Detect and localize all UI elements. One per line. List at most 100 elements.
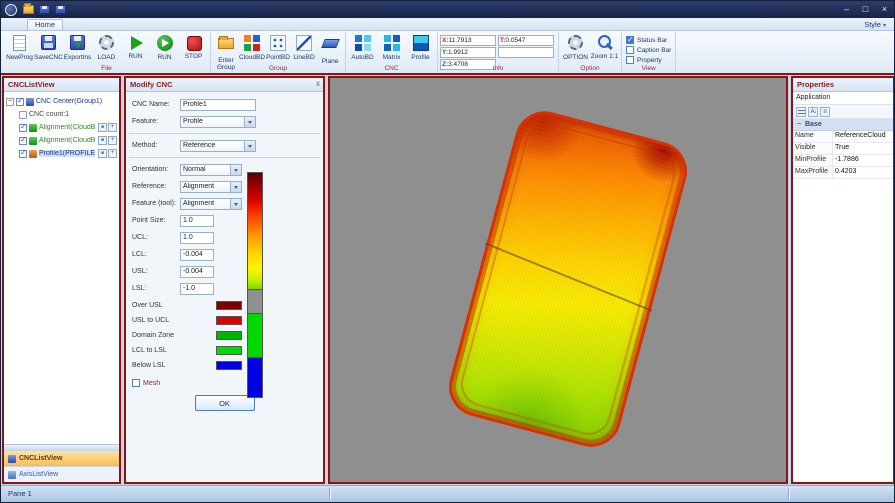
tree-item-action-icon[interactable]: [98, 136, 107, 145]
enter-group-folder-icon: [218, 38, 234, 49]
tree-checkbox-icon[interactable]: [19, 124, 27, 132]
option-gear-icon: [568, 35, 583, 50]
scan-point-cloud[interactable]: [442, 105, 693, 454]
status-bar-checkbox[interactable]: Status Bar: [626, 36, 671, 44]
plane-icon: [321, 39, 340, 48]
coord-t-field[interactable]: T: 0.0547: [498, 35, 554, 46]
dock-tab-axislistview[interactable]: AxisListView: [4, 466, 119, 482]
tree-expander-icon[interactable]: [6, 98, 14, 106]
run-button[interactable]: RUN: [121, 33, 150, 68]
tree-item-selected[interactable]: Profile1(PROFILE): [6, 147, 117, 160]
tree-item-add-icon[interactable]: [108, 136, 117, 145]
coord-x-field[interactable]: X: 11.7913: [440, 35, 496, 46]
tree-item[interactable]: Alignment(CloudBD): [6, 134, 117, 147]
option-button[interactable]: OPTION: [561, 33, 590, 68]
tree-item-add-icon[interactable]: [108, 149, 117, 158]
scale-gray-segment: [247, 290, 263, 314]
tree-item-action-icon[interactable]: [98, 123, 107, 132]
orientation-select[interactable]: Normal: [180, 164, 242, 176]
minimize-button[interactable]: –: [837, 1, 856, 18]
reference-select[interactable]: Alignment: [180, 181, 242, 193]
tree-item-add-icon[interactable]: [108, 123, 117, 132]
save-all-icon[interactable]: [55, 5, 66, 14]
tree-checkbox-icon[interactable]: [16, 98, 24, 106]
ribbon-group-group: Enter Group CloudBD PointBD LineBD Plane: [211, 32, 346, 73]
stop-button[interactable]: STOP: [179, 33, 208, 68]
caption-bar-checkbox[interactable]: Caption Bar: [626, 46, 671, 54]
run-alt-button[interactable]: RUN: [150, 33, 179, 68]
alphabetical-sort-icon[interactable]: [808, 107, 818, 117]
tree-checkbox-icon[interactable]: [19, 150, 27, 158]
new-document-icon: [13, 35, 26, 51]
legend-row: Domain Zone: [132, 328, 319, 343]
feature-tool-select[interactable]: Alignment: [180, 198, 242, 210]
color-swatch[interactable]: [216, 346, 242, 355]
checkbox-icon: [626, 46, 634, 54]
usl-input[interactable]: [180, 266, 214, 278]
color-swatch[interactable]: [216, 361, 242, 370]
category-base[interactable]: Base: [793, 119, 893, 131]
scale-gradient-segment: [247, 172, 263, 290]
3d-viewport[interactable]: [328, 76, 788, 484]
group-caption-info: Info: [438, 65, 558, 72]
close-button[interactable]: ×: [875, 1, 894, 18]
save-icon[interactable]: [39, 5, 50, 14]
app-logo-icon: [5, 4, 17, 16]
cnc-name-input[interactable]: [180, 99, 256, 111]
tree-item[interactable]: Alignment(CloudBD): [6, 121, 117, 134]
method-select[interactable]: Reference: [180, 140, 256, 152]
property-checkbox[interactable]: Property: [626, 56, 671, 64]
feature-select[interactable]: Profile: [180, 116, 256, 128]
lsl-input[interactable]: [180, 283, 214, 295]
savecnc-button[interactable]: SaveCNC: [34, 33, 63, 68]
save-disk-icon: [41, 35, 56, 50]
cnc-list-panel-caption: CNCListView: [4, 78, 119, 92]
ucl-input[interactable]: [180, 232, 214, 244]
tree-root-item[interactable]: CNC Center(Group1): [6, 95, 117, 108]
open-file-icon[interactable]: [23, 5, 34, 14]
scale-green-segment: [247, 314, 263, 358]
matrix-icon: [384, 35, 400, 51]
status-divider: [329, 488, 330, 500]
ok-button[interactable]: OK: [195, 395, 255, 411]
newprog-button[interactable]: NewProg: [5, 33, 34, 68]
property-row[interactable]: Name ReferenceCloud: [793, 131, 893, 143]
property-row[interactable]: Visible True: [793, 143, 893, 155]
tree-item-action-icon[interactable]: [98, 149, 107, 158]
maximize-button[interactable]: □: [856, 1, 875, 18]
feature-label: Feature:: [132, 118, 180, 125]
tree-checkbox-icon[interactable]: [19, 137, 27, 145]
matrix-button[interactable]: Matrix: [377, 33, 406, 68]
checkbox-checked-icon: [626, 36, 634, 44]
color-swatch[interactable]: [216, 331, 242, 340]
color-swatch[interactable]: [216, 301, 242, 310]
autobd-button[interactable]: AutoBD: [348, 33, 377, 68]
property-row[interactable]: MaxProfile 0.4203: [793, 167, 893, 179]
ribbon-group-info: X: 11.7913 Y: 1.9912 Z: 3.4708 T:: [438, 32, 559, 73]
titlebar: – □ ×: [1, 1, 894, 18]
property-row[interactable]: MinProfile -1.7886: [793, 155, 893, 167]
ribbon: NewProg SaveCNC ExportIns LOAD RUN: [1, 31, 894, 75]
lcl-input[interactable]: [180, 249, 214, 261]
property-pages-icon[interactable]: [820, 107, 830, 117]
coord-y-field[interactable]: Y: 1.9912: [440, 47, 496, 58]
tab-home[interactable]: Home: [27, 19, 63, 30]
mesh-checkbox[interactable]: Mesh: [132, 379, 317, 387]
color-swatch[interactable]: [216, 316, 242, 325]
zoom-button[interactable]: Zoom 1:1: [590, 33, 619, 68]
panel-close-icon[interactable]: x: [316, 78, 320, 91]
categorized-icon[interactable]: [796, 107, 806, 117]
point-size-input[interactable]: [180, 215, 214, 227]
application-window: – □ × Home Style ▾ NewProg SaveCNC: [0, 0, 895, 503]
coord-empty-field[interactable]: [498, 47, 554, 58]
cloudbd-icon: [244, 35, 260, 51]
dock-tab-cnclistview[interactable]: CNCListView: [4, 450, 119, 466]
exportins-button[interactable]: ExportIns: [63, 33, 92, 68]
properties-target[interactable]: Application: [793, 92, 893, 105]
style-menu[interactable]: Style ▾: [864, 19, 886, 30]
chevron-down-icon: [244, 117, 255, 127]
load-button[interactable]: LOAD: [92, 33, 121, 68]
profile-node-icon: [29, 150, 37, 158]
tree-item[interactable]: CNC count:1: [6, 108, 117, 121]
profile-button[interactable]: Profile: [406, 33, 435, 68]
